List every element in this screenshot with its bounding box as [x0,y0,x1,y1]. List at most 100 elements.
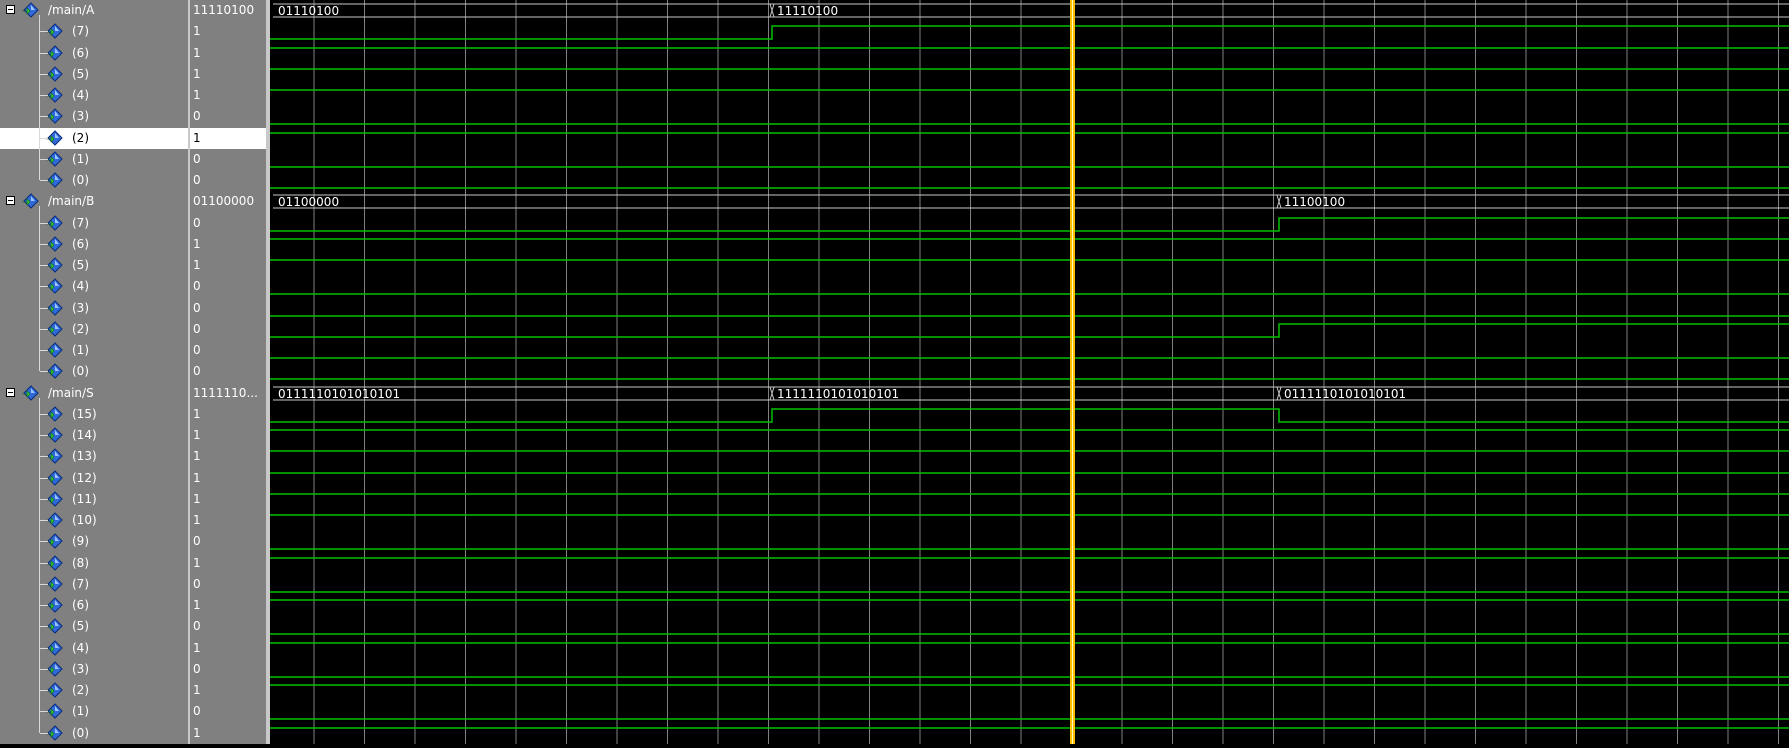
signal-value-cell[interactable]: 0 [190,149,266,170]
signal-diamond-icon [46,215,64,231]
signal-bit-row[interactable]: (13) [0,446,188,467]
signal-bit-row[interactable]: (12) [0,468,188,489]
signal-bit-row[interactable]: (6) [0,595,188,616]
signal-value-cell[interactable]: 11110100 [190,0,266,21]
signal-name: (0) [72,364,89,378]
signal-value-cell[interactable]: 1 [190,489,266,510]
signal-diamond-icon [46,533,64,549]
signal-value-cell[interactable]: 1 [190,255,266,276]
signal-bit-row[interactable]: (1) [0,340,188,361]
signal-group-row[interactable]: /main/S [0,383,188,404]
signal-bit-row[interactable]: (8) [0,553,188,574]
signal-bit-row[interactable]: (5) [0,616,188,637]
signal-name: /main/A [48,3,95,17]
signal-bit-row[interactable]: (3) [0,659,188,680]
signal-group-row[interactable]: /main/B [0,191,188,212]
signal-diamond-icon [46,618,64,634]
signal-value-cell[interactable]: 0 [190,531,266,552]
signal-name: (4) [72,279,89,293]
signal-value-cell[interactable]: 1 [190,21,266,42]
signal-value-cell[interactable]: 0 [190,298,266,319]
signal-name: (13) [72,449,97,463]
signal-bit-row[interactable]: (0) [0,170,188,191]
signal-bit-row[interactable]: (7) [0,574,188,595]
signal-bit-row[interactable]: (0) [0,361,188,382]
signal-value-cell[interactable]: 1111110... [190,383,266,404]
signal-bit-row[interactable]: (10) [0,510,188,531]
tree-connector [40,605,48,606]
signal-bit-row[interactable]: (6) [0,43,188,64]
signal-bit-row[interactable]: (5) [0,64,188,85]
signal-value-cell[interactable]: 1 [190,128,266,149]
signal-bit-row[interactable]: (3) [0,106,188,127]
tree-connector [40,541,48,542]
signal-bit-row[interactable]: (4) [0,85,188,106]
signal-diamond-icon [46,576,64,592]
waveform-canvas[interactable]: 01110100 11110100 01100000 11100100 01111101… [270,0,1789,744]
signal-bit-row[interactable]: (15) [0,404,188,425]
signal-name: (5) [72,67,89,81]
signal-bit-row[interactable]: (1) [0,701,188,722]
signal-name: /main/B [48,194,95,208]
signal-bit-row[interactable]: (3) [0,298,188,319]
signal-value-cell[interactable]: 1 [190,680,266,701]
signal-value-cell[interactable]: 1 [190,425,266,446]
signal-value-cell[interactable]: 1 [190,510,266,531]
signal-bit-row[interactable]: (9) [0,531,188,552]
signal-value-cell[interactable]: 1 [190,404,266,425]
waveform-pane[interactable]: 01110100 11110100 01100000 11100100 01111101… [270,0,1789,744]
signal-value-cell[interactable]: 0 [190,276,266,297]
signal-value-cell[interactable]: 1 [190,723,266,744]
signal-value-cell[interactable]: 0 [190,659,266,680]
signal-value-cell[interactable]: 01100000 [190,191,266,212]
tree-connector [39,15,40,180]
collapse-toggle-icon[interactable] [6,196,15,205]
signal-value-cell[interactable]: 1 [190,468,266,489]
signal-group-row[interactable]: /main/A [0,0,188,21]
collapse-toggle-icon[interactable] [6,5,15,14]
signal-diamond-icon [22,2,40,18]
signal-bit-row[interactable]: (11) [0,489,188,510]
signal-name: (3) [72,109,89,123]
signal-value: 1 [193,683,201,697]
signal-value-cell[interactable]: 1 [190,234,266,255]
signal-bit-row[interactable]: (7) [0,213,188,234]
signal-bit-row[interactable]: (0) [0,723,188,744]
signal-bit-row[interactable]: (4) [0,638,188,659]
signal-value-cell[interactable]: 1 [190,595,266,616]
signal-diamond-icon [46,427,64,443]
signal-diamond-icon [46,236,64,252]
signal-diamond-icon [46,130,64,146]
signal-value-cell[interactable]: 1 [190,553,266,574]
signal-value: 0 [193,534,201,548]
signal-bit-row[interactable]: (1) [0,149,188,170]
signal-bit-row[interactable]: (5) [0,255,188,276]
signal-value-cell[interactable]: 0 [190,213,266,234]
signal-value-cell[interactable]: 1 [190,43,266,64]
signal-value-cell[interactable]: 0 [190,319,266,340]
signal-bit-row[interactable]: (6) [0,234,188,255]
tree-connector [40,329,48,330]
signal-value-cell[interactable]: 1 [190,446,266,467]
collapse-toggle-icon[interactable] [6,388,15,397]
signal-value: 0 [193,109,201,123]
signal-value-cell[interactable]: 0 [190,340,266,361]
signal-value-cell[interactable]: 1 [190,638,266,659]
signal-value-cell[interactable]: 0 [190,574,266,595]
signal-value-cell[interactable]: 0 [190,361,266,382]
signal-bit-row[interactable]: (14) [0,425,188,446]
signal-value-cell[interactable]: 1 [190,64,266,85]
signal-name: (1) [72,343,89,357]
signal-bit-row[interactable]: (4) [0,276,188,297]
signal-value-cell[interactable]: 0 [190,106,266,127]
signal-value-cell[interactable]: 1 [190,85,266,106]
signal-bit-row[interactable]: (2) [0,680,188,701]
signal-value: 01100000 [193,194,255,208]
signal-values-pane: 11110100 1 1 1 1 0 1 0 0 01100000 0 1 1 0 0 0 0 0 1111110.… [190,0,266,744]
signal-value-cell[interactable]: 0 [190,616,266,637]
signal-value-cell[interactable]: 0 [190,170,266,191]
signal-bit-row[interactable]: (2) [0,319,188,340]
signal-value-cell[interactable]: 0 [190,701,266,722]
signal-bit-row[interactable]: (2) [0,128,188,149]
signal-bit-row[interactable]: (7) [0,21,188,42]
